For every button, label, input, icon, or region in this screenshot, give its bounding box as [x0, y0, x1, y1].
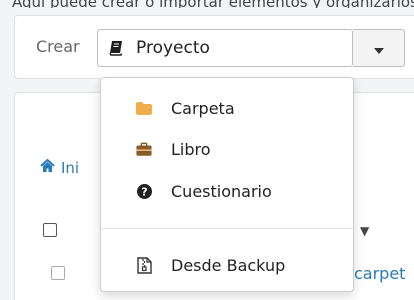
book-icon: [108, 40, 130, 56]
menu-item-label: Libro: [171, 139, 211, 159]
menu-item-libro[interactable]: Libro: [101, 132, 353, 166]
menu-item-label: Desde Backup: [171, 255, 286, 275]
menu-item-cuestionario[interactable]: ? Cuestionario: [101, 174, 353, 208]
briefcase-icon: [136, 142, 152, 157]
create-panel: Crear Proyecto: [14, 15, 414, 79]
menu-item-label: Cuestionario: [171, 181, 272, 201]
sort-arrow-icon[interactable]: ▼: [360, 224, 369, 238]
row-item-link[interactable]: carpet: [354, 264, 405, 283]
create-label: Crear: [36, 37, 80, 56]
create-type-select[interactable]: Proyecto: [97, 29, 353, 67]
menu-item-carpeta[interactable]: Carpeta: [101, 91, 353, 125]
menu-item-label: Carpeta: [171, 98, 235, 118]
dropdown-toggle-button[interactable]: [353, 29, 405, 67]
breadcrumb-home-link[interactable]: Ini: [40, 158, 80, 177]
home-icon: [40, 158, 55, 177]
create-type-dropdown-menu: Carpeta Libro ? Cuestionario Desde Backu…: [100, 77, 354, 292]
row-checkbox[interactable]: [51, 266, 65, 280]
selected-type-label: Proyecto: [136, 38, 210, 58]
caret-down-icon: [373, 39, 384, 58]
menu-item-desde-backup[interactable]: Desde Backup: [101, 248, 353, 282]
top-partial-text: Aquí puede crear o importar elementos y …: [12, 0, 414, 8]
breadcrumb-home-label: Ini: [61, 159, 80, 177]
menu-divider: [101, 228, 353, 229]
svg-text:?: ?: [141, 185, 147, 198]
select-all-checkbox[interactable]: [43, 223, 57, 237]
folder-icon: [136, 101, 152, 115]
file-archive-icon: [136, 256, 152, 274]
question-circle-icon: ?: [136, 183, 152, 199]
